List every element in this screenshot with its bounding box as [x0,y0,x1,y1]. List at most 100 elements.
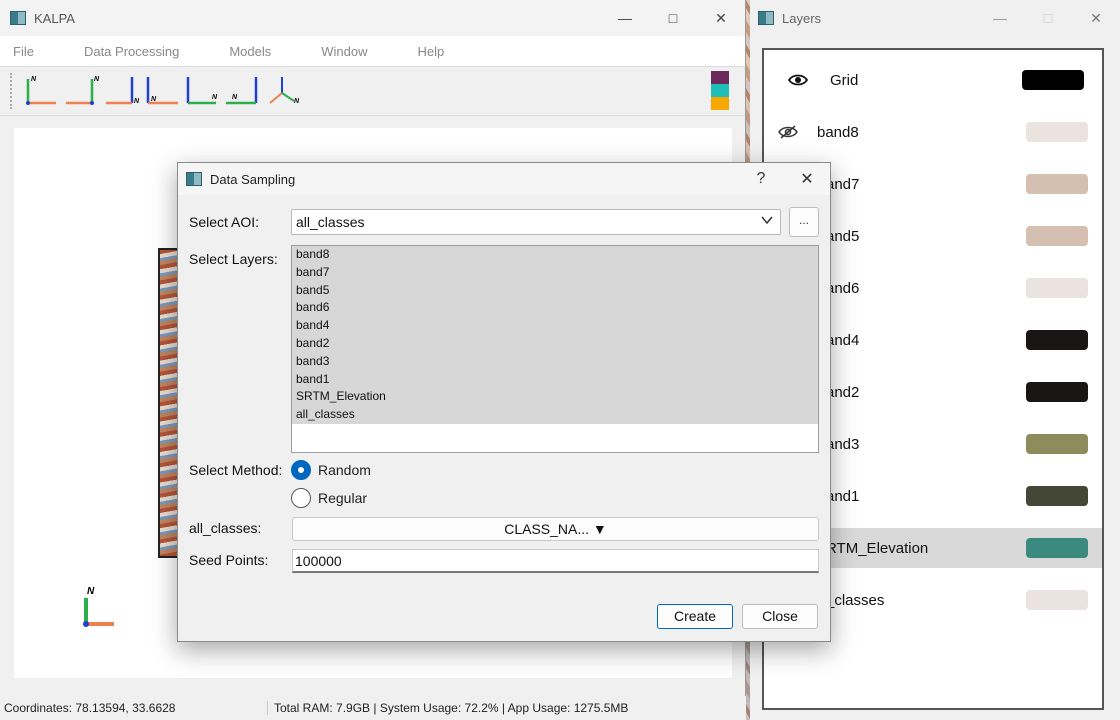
main-titlebar: KALPA — □ ✕ [0,0,745,36]
layers-close-icon[interactable]: ✕ [1072,10,1120,27]
layer-color-swatch[interactable] [1022,70,1084,90]
eye-icon[interactable] [788,72,808,88]
svg-text:N: N [31,76,37,83]
layer-color-swatch[interactable] [1026,590,1088,610]
layers-maximize-icon[interactable]: □ [1024,10,1072,26]
dialog-close-icon[interactable]: ✕ [784,169,830,189]
color-legend[interactable] [711,71,729,110]
menu-help[interactable]: Help [418,44,445,59]
radio-random-label[interactable]: Random [318,462,371,478]
menu-data-processing[interactable]: Data Processing [84,44,179,59]
minimize-icon[interactable]: — [601,10,649,26]
method-label: Select Method: [189,462,283,478]
color-swatch-purple [711,71,729,84]
layer-color-swatch[interactable] [1026,330,1088,350]
list-item[interactable]: band7 [292,263,818,282]
layer-label: and2 [826,383,860,401]
menu-models[interactable]: Models [229,44,271,59]
window-title: KALPA [34,10,75,26]
radio-random[interactable] [291,460,311,480]
status-bar: Coordinates: 78.13594, 33.6628 Total RAM… [0,696,746,720]
layers-app-icon [758,11,774,25]
layer-row-band8[interactable]: band8 [764,112,1102,152]
layer-color-swatch[interactable] [1026,278,1088,298]
list-item[interactable]: band4 [292,317,818,335]
list-item[interactable]: band1 [292,370,818,389]
list-item[interactable]: SRTM_Elevation [292,388,818,407]
color-swatch-teal [711,84,729,97]
aoi-value: all_classes [296,214,365,230]
corner-axes-icon: N [83,586,114,627]
maximize-icon[interactable]: □ [649,10,697,26]
axis-view-6-icon[interactable]: N [222,71,262,111]
axis-view-3-icon[interactable]: N [102,71,142,111]
svg-text:N: N [94,76,100,83]
data-sampling-dialog: Data Sampling ? ✕ Select AOI: all_classe… [177,162,831,642]
seed-points-input[interactable]: 100000 [292,549,819,573]
layer-label: and1 [826,487,860,505]
axis-view-4-icon[interactable]: N [142,71,182,111]
list-item[interactable]: band2 [292,334,818,353]
create-button[interactable]: Create [657,604,733,629]
layers-minimize-icon[interactable]: — [976,10,1024,26]
layer-label: and7 [826,175,860,193]
radio-regular[interactable] [291,488,311,508]
list-item[interactable]: band3 [292,352,818,371]
menu-window[interactable]: Window [321,44,367,59]
svg-text:N: N [232,94,238,101]
menu-file[interactable]: File [13,44,34,59]
color-swatch-orange [711,97,729,110]
browse-button[interactable]: ... [789,207,819,237]
toolbar: N N N N N N N [0,66,745,116]
status-coordinates: Coordinates: 78.13594, 33.6628 [0,701,268,715]
layer-color-swatch[interactable] [1026,226,1088,246]
layer-color-swatch[interactable] [1026,122,1088,142]
help-icon[interactable]: ? [738,170,784,188]
list-item[interactable]: all_classes [292,406,818,424]
layer-label: and4 [826,331,860,349]
aoi-label: Select AOI: [189,214,260,230]
layer-label: and3 [826,435,860,453]
layer-label: RTM_Elevation [826,539,929,557]
close-button[interactable]: Close [742,604,818,629]
layers-select-list[interactable]: band8 band7 band5 band6 band4 band2 band… [291,245,819,453]
list-item[interactable]: band6 [292,299,818,318]
close-icon[interactable]: ✕ [697,10,745,27]
layers-label: Select Layers: [189,251,278,267]
layer-label: and5 [826,227,860,245]
eye-hidden-icon[interactable] [778,124,798,140]
layer-label: Grid [830,71,859,89]
aoi-select[interactable]: all_classes [291,209,781,235]
status-usage: Total RAM: 7.9GB | System Usage: 72.2% |… [274,701,629,715]
layer-row-grid[interactable]: Grid [764,60,1102,100]
app-icon [10,11,26,25]
axis-view-5-icon[interactable]: N [182,71,222,111]
toolbar-grip[interactable] [10,73,14,109]
svg-text:N: N [134,98,140,105]
layer-color-swatch[interactable] [1026,538,1088,558]
class-field-dropdown[interactable]: CLASS_NA... ▼ [292,517,819,541]
layer-color-swatch[interactable] [1026,434,1088,454]
list-item[interactable]: band5 [292,281,818,300]
list-item[interactable]: band8 [292,246,818,264]
layer-label: _classes [826,591,885,609]
class-label: all_classes: [189,520,262,536]
menubar: File Data Processing Models Window Help [0,36,745,66]
layer-label: band8 [817,123,859,141]
svg-text:N: N [212,94,218,101]
axis-view-3d-icon[interactable]: N [262,71,302,111]
seed-label: Seed Points: [189,552,269,568]
axis-view-2-icon[interactable]: N [62,71,102,111]
axis-view-1-icon[interactable]: N [22,71,62,111]
dialog-app-icon [186,172,202,186]
layer-label: and6 [826,279,860,297]
layers-titlebar: Layers — □ ✕ [750,0,1120,36]
radio-regular-label[interactable]: Regular [318,490,367,506]
layer-color-swatch[interactable] [1026,382,1088,402]
layer-color-swatch[interactable] [1026,174,1088,194]
chevron-down-icon [761,216,773,225]
dialog-titlebar: Data Sampling ? ✕ [178,163,830,195]
corner-axis-label: N [87,586,95,597]
layer-color-swatch[interactable] [1026,486,1088,506]
layers-title: Layers [782,10,822,26]
